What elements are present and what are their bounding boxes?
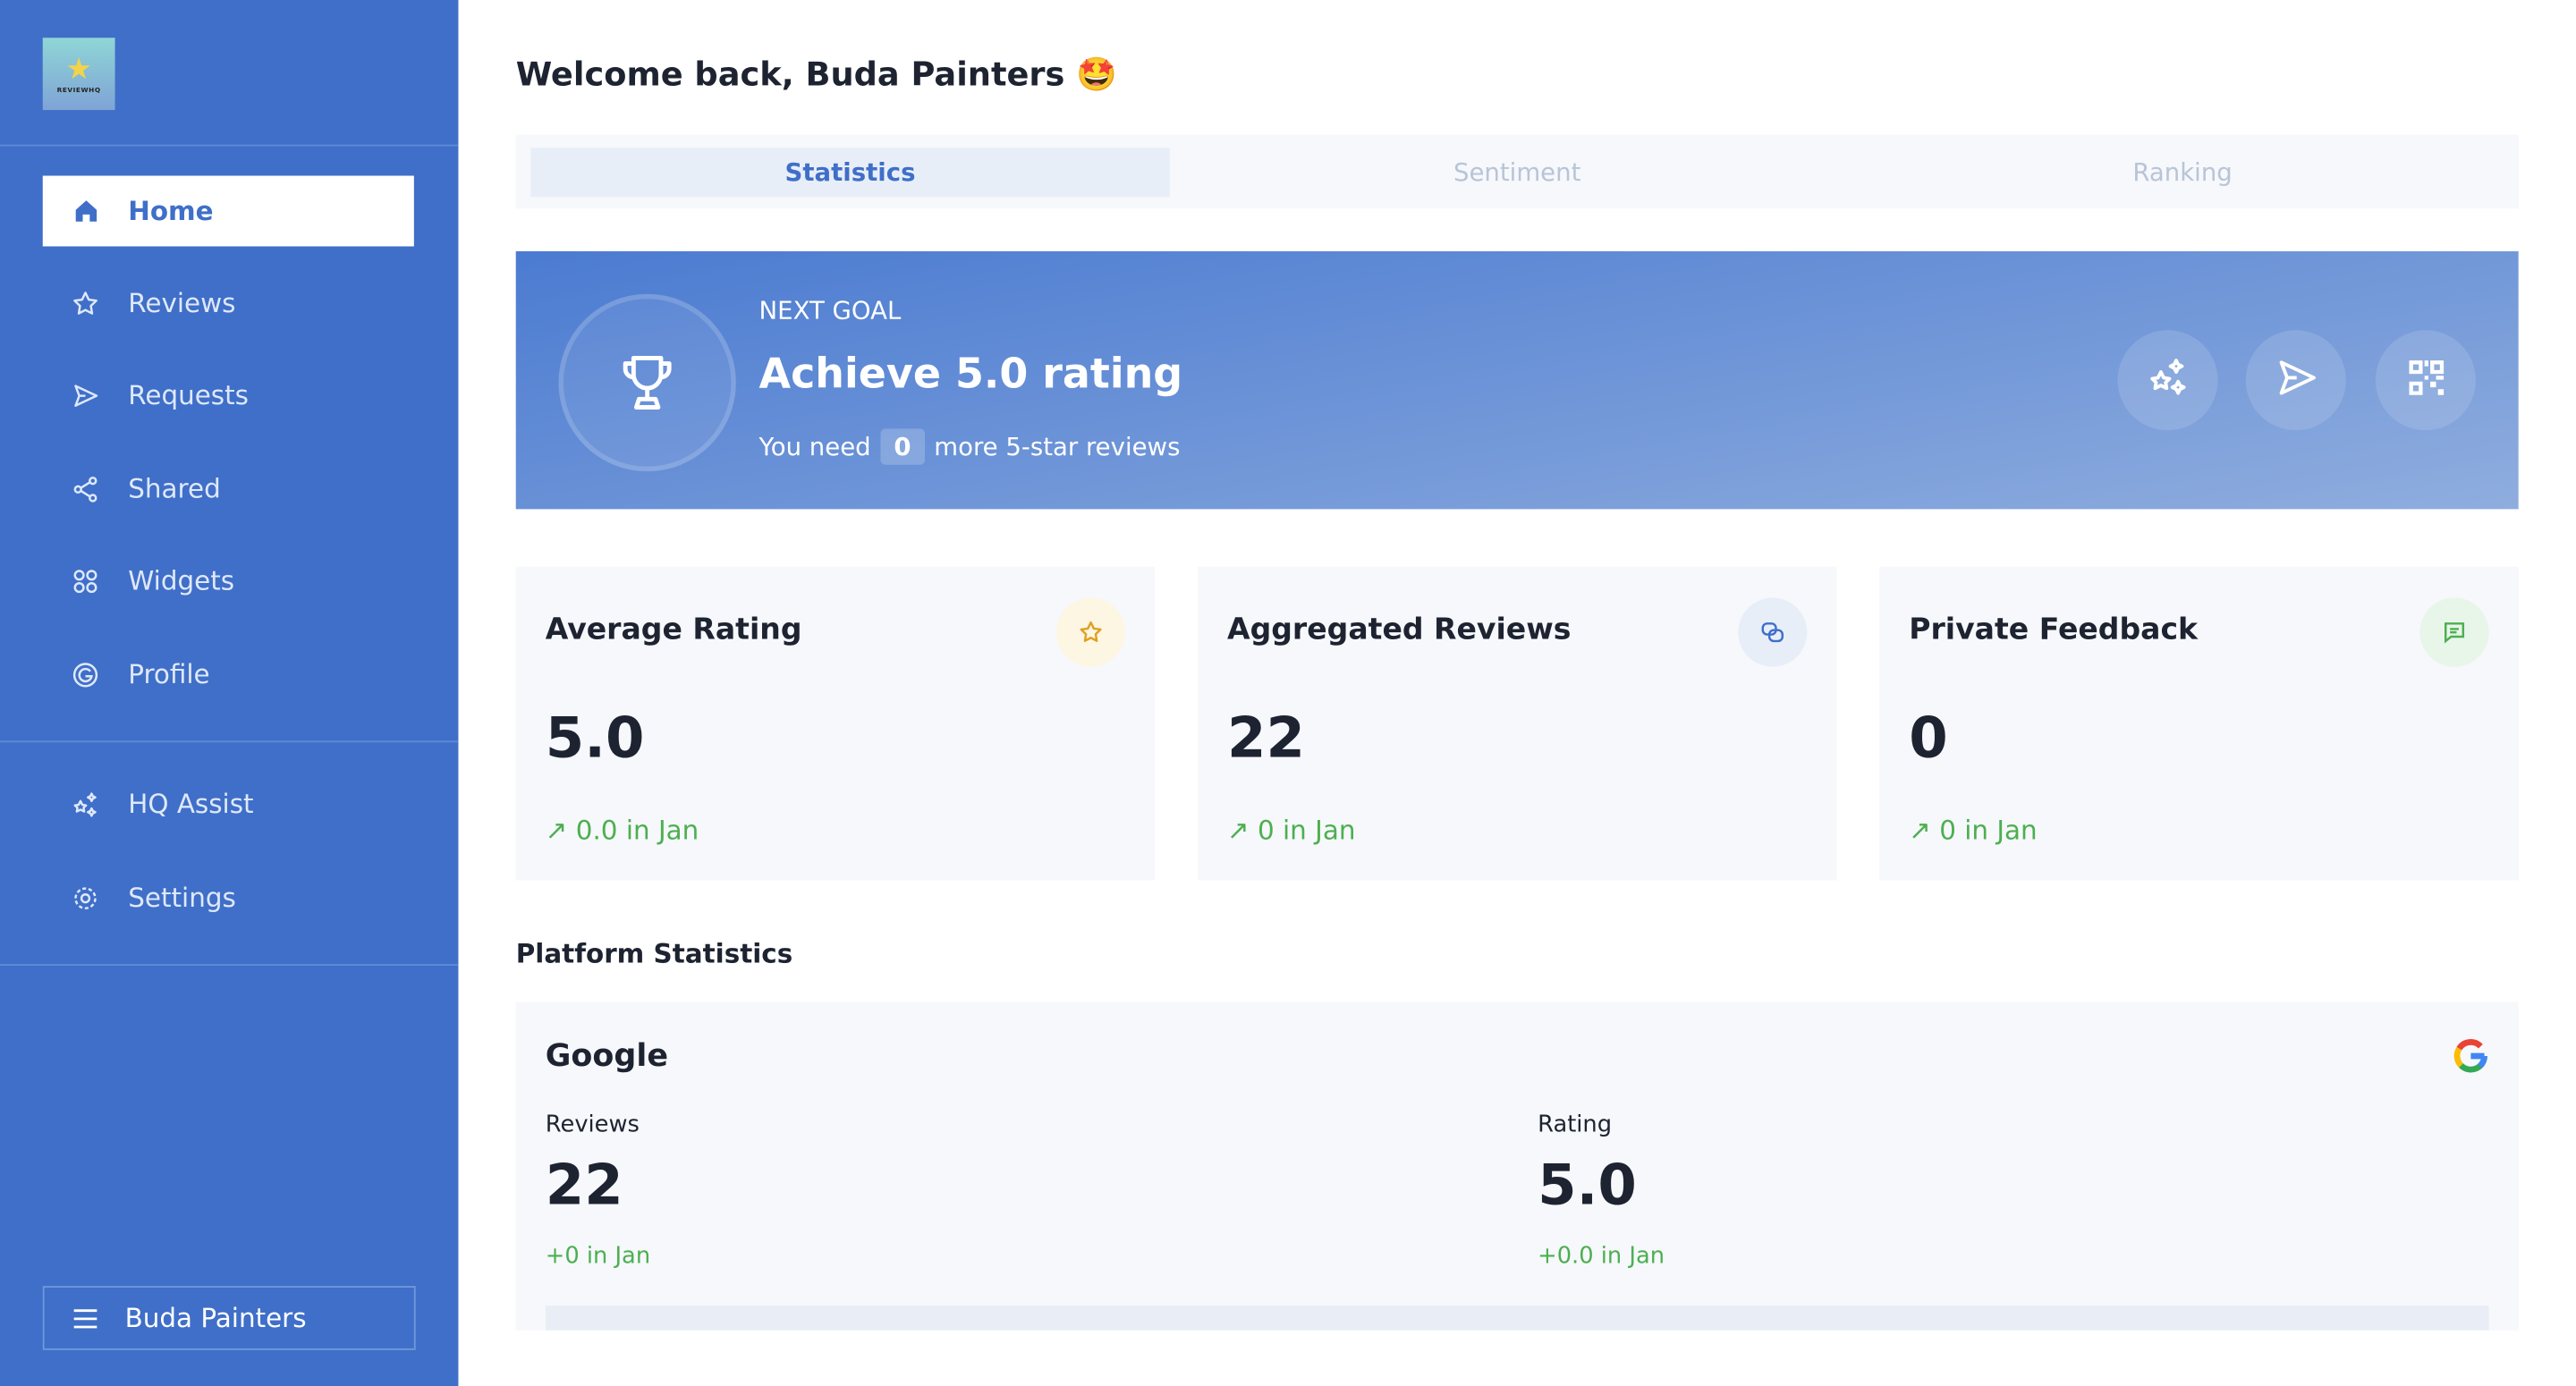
send-icon [71,380,100,410]
sidebar-item-label: Home [128,195,214,227]
section-title: Platform Statistics [515,937,793,969]
sidebar-item-label: Requests [128,379,249,411]
google-logo-icon [2453,1038,2488,1081]
card-title: Average Rating [545,613,802,647]
sidebar-item-hq-assist[interactable]: HQ Assist [43,769,414,840]
star-icon [71,288,100,317]
goal-sub-post: more 5-star reviews [934,432,1181,462]
send-icon [2273,354,2318,407]
welcome-text: Welcome back, Buda Painters [515,54,1065,94]
next-goal-banner: NEXT GOAL Achieve 5.0 rating You need 0 … [515,251,2519,510]
platform-name: Google [545,1037,668,1075]
chat-icon [1738,597,1808,667]
card-value: 5.0 [545,706,645,773]
sidebar-item-label: Widgets [128,564,235,596]
widgets-icon [71,566,100,596]
goal-count-badge: 0 [880,428,925,465]
send-request-button[interactable] [2245,330,2346,431]
account-menu-button[interactable]: Buda Painters [42,1286,416,1350]
goal-label: NEXT GOAL [758,295,902,325]
aggregated-reviews-card: Aggregated Reviews 22 ↗ 0 in Jan [1197,566,1837,881]
page-title: Welcome back, Buda Painters 🤩 [516,55,1117,94]
platform-bar [545,1306,2489,1331]
sidebar-item-label: Reviews [128,287,236,319]
sidebar-item-shared[interactable]: Shared [43,453,414,524]
goal-title: Achieve 5.0 rating [758,350,1183,398]
sidebar-item-label: HQ Assist [128,788,254,820]
star-icon [1055,597,1126,667]
sidebar: ★ REVIEWHQ Home Reviews Requests Shared … [0,0,459,1386]
rating-label: Rating [1538,1111,1613,1138]
sidebar-item-home[interactable]: Home [42,175,414,247]
sidebar-item-settings[interactable]: Settings [43,862,414,933]
tab-bar: Statistics Sentiment Ranking [515,134,2519,209]
card-change: ↗ 0 in Jan [1227,815,1356,846]
sidebar-item-label: Settings [128,882,236,914]
google-platform-card: Google Reviews 22 +0 in Jan Rating 5.0 +… [515,1001,2519,1331]
gear-icon [71,883,100,912]
sparkle-icon [2145,354,2190,407]
qr-code-button[interactable] [2375,330,2476,431]
rating-value: 5.0 [1538,1153,1637,1219]
rating-change: +0.0 in Jan [1538,1243,1665,1270]
divider [0,740,459,743]
divider [0,144,459,147]
tab-sentiment[interactable]: Sentiment [1198,148,1836,197]
ai-assist-button[interactable] [2117,330,2218,431]
sidebar-item-profile[interactable]: Profile [43,638,414,709]
sidebar-item-requests[interactable]: Requests [43,359,414,430]
private-feedback-card: Private Feedback 0 ↗ 0 in Jan [1879,566,2519,881]
menu-icon [72,1306,98,1330]
sidebar-item-widgets[interactable]: Widgets [43,545,414,616]
account-name: Buda Painters [124,1302,307,1334]
google-icon [71,659,100,689]
reviews-value: 22 [545,1153,623,1219]
share-icon [71,474,100,503]
message-icon [2419,597,2489,667]
card-value: 22 [1227,706,1305,773]
tab-ranking[interactable]: Ranking [1863,148,2502,197]
reviews-change: +0 in Jan [545,1243,651,1270]
card-change: ↗ 0.0 in Jan [545,815,699,846]
sidebar-item-label: Shared [128,472,221,504]
trophy-icon [558,293,736,472]
divider [0,964,459,966]
card-change: ↗ 0 in Jan [1909,815,2038,846]
logo-star-icon: ★ [65,51,92,87]
sparkle-icon [71,790,100,819]
goal-sub-pre: You need [758,432,871,462]
card-title: Aggregated Reviews [1227,613,1572,647]
card-title: Private Feedback [1909,613,2199,647]
emoji-icon: 🤩 [1076,54,1117,94]
qr-code-icon [2402,354,2448,407]
average-rating-card: Average Rating 5.0 ↗ 0.0 in Jan [515,566,1156,881]
goal-subtitle: You need 0 more 5-star reviews [758,428,1181,465]
tab-statistics[interactable]: Statistics [530,148,1170,198]
sidebar-item-reviews[interactable]: Reviews [43,267,414,338]
sidebar-item-label: Profile [128,658,210,690]
reviews-label: Reviews [545,1111,640,1138]
reviewhq-logo[interactable]: ★ REVIEWHQ [42,38,115,111]
home-icon [71,196,100,225]
card-value: 0 [1909,706,1948,773]
logo-text: REVIEWHQ [56,84,101,93]
